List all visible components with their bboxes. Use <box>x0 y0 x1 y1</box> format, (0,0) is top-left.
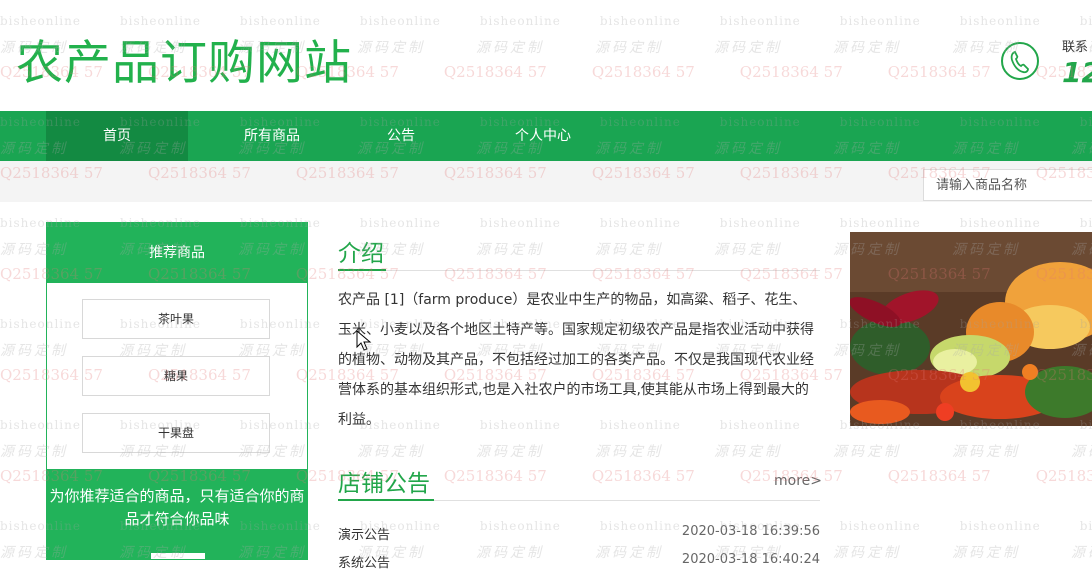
mouse-cursor-icon <box>356 330 372 351</box>
nav-item-user-center[interactable]: 个人中心 <box>472 111 614 161</box>
recommend-item[interactable]: 干果盘 <box>82 413 270 453</box>
notices-accent <box>338 499 434 501</box>
recommend-title: 推荐商品 <box>47 223 307 283</box>
recommend-item[interactable]: 茶叶果 <box>82 299 270 339</box>
site-header: 农产品订购网站 联系 12 <box>0 0 1092 111</box>
notice-title[interactable]: 演示公告 <box>338 524 390 543</box>
contact-number: 12 <box>1062 56 1092 89</box>
recommend-panel: 推荐商品 茶叶果 糖果 干果盘 为你推荐适合的商品，只有适合你的商品才符合你品味 <box>46 222 308 560</box>
recommend-more-button[interactable] <box>151 553 205 559</box>
phone-icon <box>1001 42 1039 80</box>
site-title[interactable]: 农产品订购网站 <box>16 24 352 93</box>
intro-divider <box>338 270 820 271</box>
intro-accent <box>338 269 386 271</box>
notices-title: 店铺公告 <box>338 471 430 497</box>
recommend-item[interactable]: 糖果 <box>82 356 270 396</box>
recommend-slogan: 为你推荐适合的商品，只有适合你的商品才符合你品味 <box>49 487 305 528</box>
notice-row[interactable]: 系统公告 2020-03-18 16:40:24 <box>338 552 820 576</box>
notice-date: 2020-03-18 16:39:56 <box>681 524 820 539</box>
nav-item-home[interactable]: 首页 <box>46 111 188 161</box>
search-input[interactable] <box>923 169 1092 201</box>
nav-item-all-products[interactable]: 所有商品 <box>201 111 343 161</box>
notices-more-link[interactable]: more> <box>774 473 822 489</box>
produce-image <box>850 232 1092 426</box>
intro-text: 农产品 [1]（farm produce）是农业中生产的物品，如高粱、稻子、花生… <box>338 292 814 428</box>
notice-title[interactable]: 系统公告 <box>338 552 390 571</box>
nav-item-notices[interactable]: 公告 <box>330 111 472 161</box>
recommend-footer: 为你推荐适合的商品，只有适合你的商品才符合你品味 <box>47 469 307 559</box>
intro-title: 介绍 <box>338 241 384 267</box>
notice-row[interactable]: 演示公告 2020-03-18 16:39:56 <box>338 524 820 548</box>
main-nav: 首页 所有商品 公告 个人中心 <box>0 111 1092 161</box>
contact-label: 联系 <box>1062 40 1089 55</box>
